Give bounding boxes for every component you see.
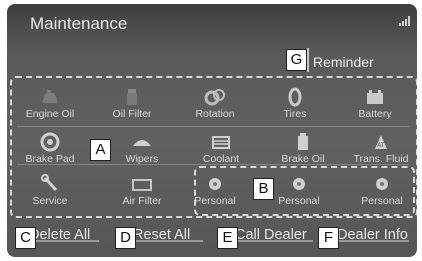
brake-oil-button[interactable]: Brake Oil <box>263 132 343 165</box>
wipers-label: Wipers <box>125 153 159 165</box>
trans-fluid-label: Trans. Fluid <box>353 153 409 165</box>
personal-label: Personal <box>278 195 320 207</box>
brake-fluid-icon <box>298 133 308 150</box>
air-filter-button[interactable]: Air Filter <box>102 174 182 207</box>
air-filter-icon <box>132 179 152 191</box>
row-separator <box>17 126 409 127</box>
oil-can-icon <box>42 90 57 103</box>
air-filter-label: Air Filter <box>122 195 162 207</box>
battery-icon <box>367 90 383 104</box>
personal-label: Personal <box>194 195 236 207</box>
coolant-button[interactable]: Coolant <box>181 132 261 165</box>
personal-button-1[interactable]: Personal <box>185 174 245 207</box>
callout-b: B <box>253 178 274 200</box>
reminder-divider <box>307 48 309 72</box>
coolant-icon <box>212 136 230 149</box>
button-underline <box>131 240 203 242</box>
personal-icon <box>293 178 305 190</box>
service-button[interactable]: Service <box>10 174 90 207</box>
tire-icon <box>288 87 302 107</box>
tires-label: Tires <box>283 108 307 120</box>
wrench-icon <box>41 174 58 192</box>
trans-fluid-button[interactable]: AT Trans. Fluid <box>341 132 417 165</box>
callout-g: G <box>286 49 307 71</box>
callout-f: F <box>318 227 339 249</box>
battery-button[interactable]: Battery <box>335 87 415 120</box>
oil-filter-label: Oil Filter <box>112 108 152 120</box>
reminder-button[interactable]: Reminder <box>313 54 374 70</box>
brake-pad-label: Brake Pad <box>25 153 75 165</box>
button-underline <box>335 240 409 242</box>
personal-button-2[interactable]: Personal <box>269 174 329 207</box>
engine-oil-button[interactable]: Engine Oil <box>10 87 90 120</box>
personal-icon <box>209 178 221 190</box>
callout-c: C <box>15 227 36 249</box>
personal-label: Personal <box>361 195 403 207</box>
wipers-button[interactable]: Wipers <box>102 132 182 165</box>
brake-oil-label: Brake Oil <box>281 153 325 165</box>
tires-button[interactable]: Tires <box>255 87 335 120</box>
svg-text:AT: AT <box>377 143 385 149</box>
coolant-label: Coolant <box>202 153 240 165</box>
button-underline <box>29 240 99 242</box>
page-title: Maintenance <box>30 14 128 33</box>
battery-label: Battery <box>358 108 392 120</box>
maintenance-screen: Maintenance Reminder Engine Oil Oil Filt… <box>7 4 417 257</box>
rotation-button[interactable]: Rotation <box>175 87 255 120</box>
transmission-fluid-icon: AT <box>375 135 387 149</box>
button-underline <box>233 240 313 242</box>
oil-filter-icon <box>127 89 137 105</box>
personal-icon <box>376 178 388 190</box>
callout-e: E <box>217 227 238 249</box>
oil-filter-button[interactable]: Oil Filter <box>92 87 172 120</box>
callout-d: D <box>115 227 136 249</box>
callout-a: A <box>90 139 111 161</box>
personal-button-3[interactable]: Personal <box>352 174 412 207</box>
tire-rotation-icon <box>204 89 225 106</box>
signal-icon <box>399 16 411 26</box>
wiper-icon <box>133 140 151 146</box>
rotation-label: Rotation <box>195 108 235 120</box>
service-label: Service <box>32 195 68 207</box>
brake-pad-icon <box>40 132 60 152</box>
engine-oil-label: Engine Oil <box>25 108 75 120</box>
brake-pad-button[interactable]: Brake Pad <box>10 132 90 165</box>
